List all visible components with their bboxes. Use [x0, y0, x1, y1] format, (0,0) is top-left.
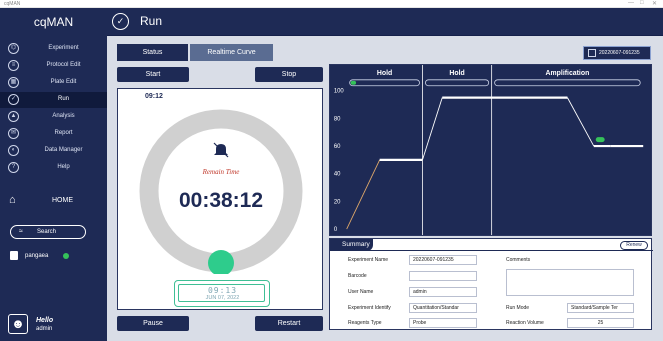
- sidebar-item-help[interactable]: ? Help: [0, 160, 107, 176]
- clock-display: 09:13 JUN 07, 2022: [174, 280, 270, 307]
- stage-label: Hold: [449, 70, 464, 77]
- user-avatar-icon: ☻: [8, 314, 28, 334]
- experiment-id-button[interactable]: 20220607-091235: [583, 46, 651, 60]
- progress-ring: Remain Time 00:38:12: [139, 109, 303, 274]
- experiment-name-field[interactable]: 20220607-091235: [409, 255, 477, 265]
- run-mode-label: Run Mode: [506, 305, 530, 311]
- sidebar: cqMAN ⌬ Experiment ≡ Protocol Edit ▦ Pla…: [0, 8, 107, 341]
- start-button[interactable]: Start: [117, 67, 189, 82]
- tab-status[interactable]: Status: [117, 44, 188, 61]
- stage-label: Amplification: [546, 70, 590, 77]
- reaction-volume-label: Reaction Volume: [506, 320, 544, 326]
- comments-field[interactable]: [506, 269, 634, 296]
- reaction-volume-field[interactable]: 25: [567, 318, 634, 328]
- run-mode-field[interactable]: Standard/Sample Ter: [567, 303, 634, 313]
- sidebar-item-label: Protocol Edit: [46, 62, 81, 68]
- y-tick-label: 20: [334, 199, 341, 205]
- user-name: admin: [36, 326, 53, 332]
- maximize-button[interactable]: □: [640, 0, 644, 6]
- remain-caption: Remain Time: [202, 168, 240, 176]
- sidebar-item-data-manager[interactable]: ◐ Data Manager: [0, 143, 107, 159]
- profile-segment: [567, 97, 595, 147]
- pause-button[interactable]: Pause: [117, 316, 189, 331]
- barcode-field[interactable]: [409, 271, 477, 281]
- step-badge: [595, 137, 605, 143]
- wifi-icon: ≈: [19, 228, 23, 235]
- experiment-identify-label: Experiment Identify: [348, 305, 391, 311]
- experiment-name-label: Experiment Name: [348, 257, 389, 263]
- profile-segment: [422, 97, 443, 161]
- close-button[interactable]: ✕: [652, 0, 657, 7]
- clock-date: JUN 07, 2022: [205, 295, 240, 301]
- sidebar-item-label: Data Manager: [44, 147, 83, 153]
- minimize-button[interactable]: —: [628, 0, 634, 6]
- sidebar-item-label: Report: [54, 130, 73, 136]
- bell-off-icon: [213, 142, 229, 158]
- y-tick-label: 80: [334, 116, 341, 122]
- reagents-type-field[interactable]: Probe: [409, 318, 477, 328]
- experiment-id-label: 20220607-091235: [599, 50, 640, 56]
- summary-divider: [330, 250, 653, 251]
- summary-panel: Summary Renew Experiment Name 20220607-0…: [329, 238, 653, 330]
- y-tick-label: 60: [334, 144, 341, 150]
- renew-button[interactable]: Renew: [620, 241, 648, 250]
- elapsed-time: 09:12: [145, 93, 163, 100]
- user-panel[interactable]: ☻ Hello admin: [8, 311, 103, 339]
- sidebar-item-analysis[interactable]: ▲ Analysis: [0, 109, 107, 125]
- sidebar-item-run[interactable]: ✓ Run: [0, 92, 107, 108]
- comments-label: Comments: [506, 257, 531, 263]
- page-title: Run: [140, 14, 163, 28]
- restart-button[interactable]: Restart: [255, 316, 323, 331]
- reagents-type-label: Reagents Type: [348, 320, 382, 326]
- tab-realtime-curve[interactable]: Realtime Curve: [190, 44, 273, 61]
- y-tick-label: 100: [334, 89, 345, 95]
- stop-button[interactable]: Stop: [255, 67, 323, 82]
- run-header-icon: ✓: [112, 13, 129, 30]
- sidebar-item-label: Analysis: [52, 113, 75, 119]
- sidebar-item-label: Help: [57, 164, 70, 170]
- y-tick-label: 0: [334, 227, 338, 233]
- sidebar-item-protocol-edit[interactable]: ≡ Protocol Edit: [0, 58, 107, 74]
- greeting: Hello: [36, 317, 54, 324]
- sidebar-item-label: Experiment: [48, 45, 79, 51]
- device-status[interactable]: pangaea: [10, 251, 100, 263]
- stage-label: Hold: [377, 70, 392, 77]
- user-name-field[interactable]: admin: [409, 287, 477, 297]
- clock-time: 09:13: [207, 286, 238, 295]
- remaining-time: 00:38:12: [179, 189, 263, 212]
- sidebar-item-label: Plate Edit: [50, 79, 77, 85]
- app-brand: cqMAN: [33, 15, 74, 29]
- experiment-identify-field[interactable]: Quantitation/Standar: [409, 303, 477, 313]
- stage-progress-fill: [350, 80, 357, 85]
- home-icon: ⌂: [9, 194, 16, 206]
- chart-icon: [588, 49, 596, 57]
- search-button[interactable]: ≈ Search: [10, 225, 86, 239]
- sidebar-item-label: Run: [57, 96, 69, 102]
- device-online-indicator: [63, 253, 69, 259]
- sidebar-item-plate-edit[interactable]: ▦ Plate Edit: [0, 75, 107, 91]
- barcode-label: Barcode: [348, 273, 367, 279]
- user-name-label: User Name: [348, 289, 374, 295]
- protocol-chart: Hold Hold Amplification 0 20 40 60 80 100: [329, 64, 652, 236]
- window-title: cqMAN: [4, 1, 21, 7]
- sidebar-item-experiment[interactable]: ⌬ Experiment: [0, 41, 107, 57]
- device-icon: [10, 251, 18, 260]
- y-tick-label: 40: [334, 172, 341, 178]
- profile-segment: [346, 159, 381, 230]
- home-button[interactable]: ⌂ HOME: [0, 191, 107, 211]
- search-label: Search: [37, 229, 57, 235]
- device-name: pangaea: [25, 253, 49, 259]
- window-titlebar: cqMAN — □ ✕: [0, 0, 663, 8]
- page-header: ✓ Run: [107, 8, 663, 36]
- home-label: HOME: [52, 197, 73, 204]
- sidebar-item-report[interactable]: ✉ Report: [0, 126, 107, 142]
